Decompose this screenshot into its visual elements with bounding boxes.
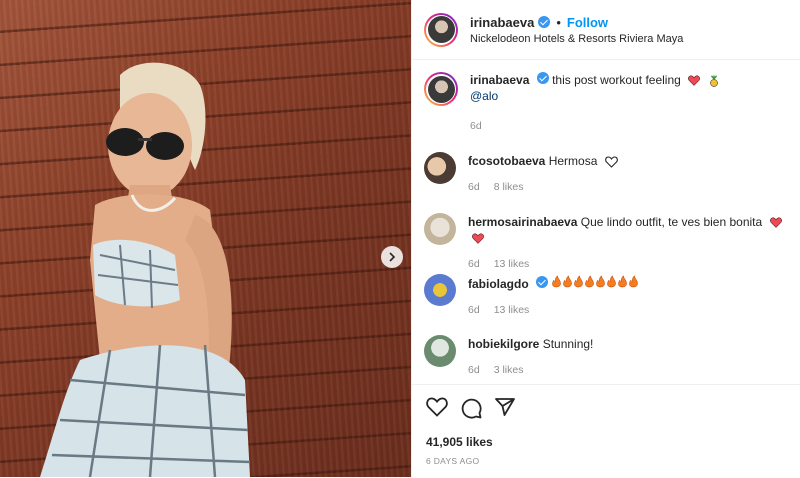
- caption-text: this post workout feeling: [552, 73, 681, 87]
- comment-text: Hermosa: [548, 154, 598, 168]
- comment-row: fabiolagdo 6d 13 likes: [424, 274, 788, 318]
- post-header: irinabaeva • Follow Nickelodeon Hotels &…: [412, 0, 800, 60]
- woman-in-sunglasses-figure: [40, 62, 251, 477]
- instagram-post-modal: irinabaeva • Follow Nickelodeon Hotels &…: [0, 0, 800, 477]
- caption-row: irinabaeva this post workout feeling @al…: [424, 72, 788, 134]
- author-username[interactable]: irinabaeva: [470, 15, 534, 30]
- comment-username[interactable]: fcosotobaeva: [468, 154, 545, 168]
- post-sidebar: irinabaeva • Follow Nickelodeon Hotels &…: [411, 0, 800, 477]
- comment-age[interactable]: 6d: [468, 362, 480, 378]
- comment-age[interactable]: 6d: [468, 179, 480, 195]
- comment-bubble-icon[interactable]: [460, 397, 482, 419]
- commenter-avatar[interactable]: [424, 213, 456, 245]
- comment-likes[interactable]: 13 likes: [494, 302, 530, 318]
- heart-outline-emoji-icon: [604, 156, 618, 168]
- comment-row: fcosotobaeva Hermosa 6d 8 likes: [424, 152, 788, 195]
- red-heart-emoji-icon: [472, 233, 484, 245]
- comment-row: hobiekilgore Stunning! 6d 3 likes: [424, 335, 788, 378]
- post-photo[interactable]: [0, 0, 411, 477]
- comment-username[interactable]: fabiolagdo: [468, 277, 529, 291]
- fire-emoji-icon: [552, 275, 639, 288]
- caption-username[interactable]: irinabaeva: [470, 73, 529, 87]
- caption-age[interactable]: 6d: [470, 118, 482, 134]
- commenter-avatar[interactable]: [424, 335, 456, 367]
- comment-likes[interactable]: 13 likes: [494, 256, 530, 272]
- comment-age[interactable]: 6d: [468, 302, 480, 318]
- commenter-avatar[interactable]: [424, 152, 456, 184]
- commenter-avatar[interactable]: [424, 274, 456, 306]
- verified-badge-icon: [536, 72, 549, 84]
- comment-row: hermosairinabaeva Que lindo outfit, te v…: [424, 213, 788, 272]
- share-paper-plane-icon[interactable]: [494, 397, 516, 417]
- verified-badge-icon: [536, 276, 549, 288]
- fire-emojis: [551, 275, 639, 291]
- next-photo-button[interactable]: [381, 246, 403, 268]
- comment-text: Que lindo outfit, te ves bien bonita: [580, 215, 763, 229]
- like-heart-icon[interactable]: [426, 397, 448, 417]
- likes-count[interactable]: 41,905 likes: [426, 435, 493, 449]
- comment-username[interactable]: hobiekilgore: [468, 337, 539, 351]
- comment-likes[interactable]: 3 likes: [494, 362, 524, 378]
- comment-username[interactable]: hermosairinabaeva: [468, 215, 577, 229]
- chevron-right-icon: [389, 252, 396, 262]
- pineapple-emoji-icon: [709, 75, 718, 87]
- caption-author-avatar[interactable]: [424, 72, 458, 106]
- comment-likes[interactable]: 8 likes: [494, 179, 524, 195]
- comments-list[interactable]: irinabaeva this post workout feeling @al…: [412, 60, 800, 384]
- red-heart-emoji-icon: [769, 217, 782, 229]
- separator-dot: •: [556, 14, 561, 30]
- post-location[interactable]: Nickelodeon Hotels & Resorts Riviera May…: [470, 33, 683, 45]
- comment-text: Stunning!: [542, 337, 594, 351]
- post-date[interactable]: 6 DAYS AGO: [426, 456, 479, 466]
- red-heart-emoji-icon: [688, 75, 701, 87]
- author-avatar[interactable]: [424, 12, 458, 47]
- follow-button[interactable]: Follow: [567, 15, 608, 30]
- comment-age[interactable]: 6d: [468, 256, 480, 272]
- post-actions: 41,905 likes 6 DAYS AGO: [412, 384, 800, 478]
- caption-mention[interactable]: @alo: [470, 88, 720, 104]
- verified-badge-icon: [538, 16, 551, 28]
